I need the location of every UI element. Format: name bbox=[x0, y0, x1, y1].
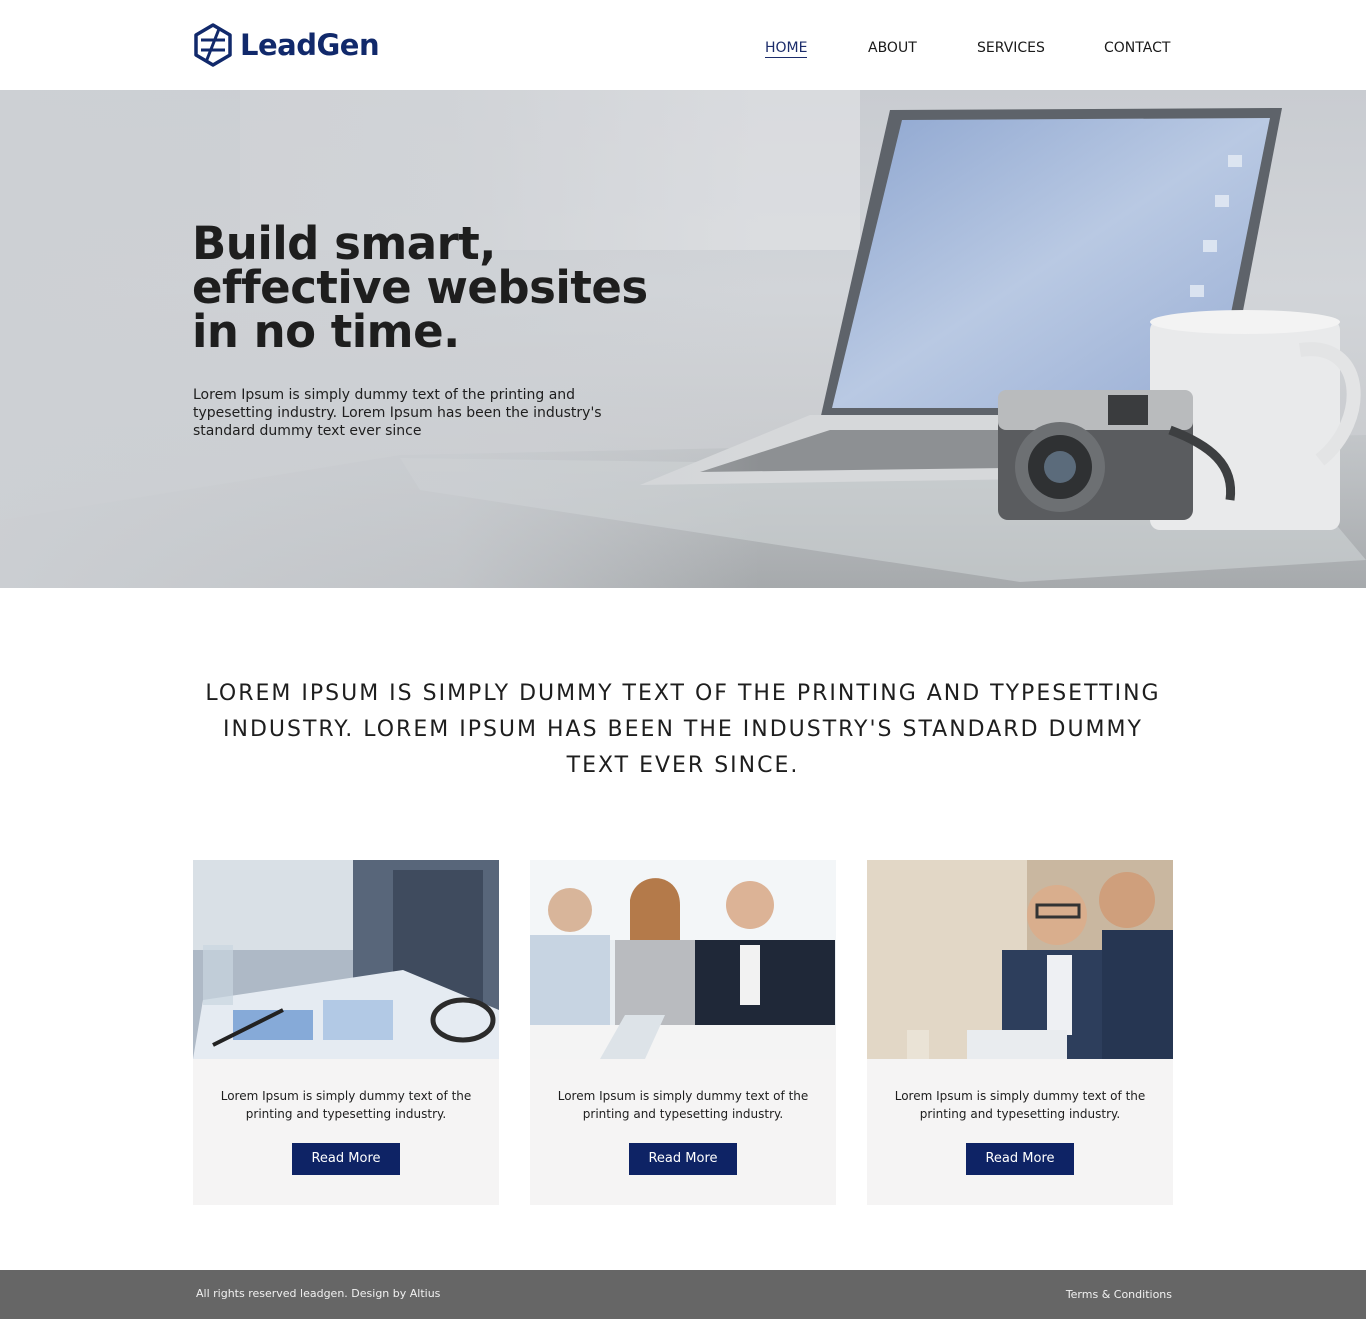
hero-banner: Build smart, effective websites in no ti… bbox=[0, 90, 1366, 588]
hero-description: Lorem Ipsum is simply dummy text of the … bbox=[193, 387, 602, 439]
card-image-businessmen bbox=[867, 860, 1173, 1059]
card-image-documents bbox=[193, 860, 499, 1059]
main-nav: HOME ABOUT SERVICES CONTACT bbox=[0, 40, 1366, 60]
terms-link[interactable]: Terms & Conditions bbox=[1066, 1288, 1172, 1301]
copyright-text: All rights reserved leadgen. Design by A… bbox=[196, 1287, 441, 1300]
feature-card: Lorem Ipsum is simply dummy text of the … bbox=[867, 860, 1173, 1205]
read-more-button[interactable]: Read More bbox=[966, 1143, 1074, 1175]
nav-services[interactable]: SERVICES bbox=[977, 40, 1045, 56]
nav-about[interactable]: ABOUT bbox=[868, 40, 917, 56]
card-text: Lorem Ipsum is simply dummy text of the … bbox=[557, 1089, 809, 1121]
intro-statement: LOREM IPSUM IS SIMPLY DUMMY TEXT OF THE … bbox=[205, 681, 1161, 778]
card-image-team-meeting bbox=[530, 860, 836, 1059]
nav-contact[interactable]: CONTACT bbox=[1104, 40, 1170, 56]
feature-card: Lorem Ipsum is simply dummy text of the … bbox=[530, 860, 836, 1205]
read-more-button[interactable]: Read More bbox=[629, 1143, 737, 1175]
site-header: LeadGen HOME ABOUT SERVICES CONTACT bbox=[0, 0, 1366, 90]
read-more-button[interactable]: Read More bbox=[292, 1143, 400, 1175]
hero-title: Build smart, effective websites in no ti… bbox=[192, 217, 648, 358]
card-text: Lorem Ipsum is simply dummy text of the … bbox=[894, 1089, 1146, 1121]
site-footer: All rights reserved leadgen. Design by A… bbox=[0, 1270, 1366, 1319]
card-text: Lorem Ipsum is simply dummy text of the … bbox=[220, 1089, 472, 1121]
feature-card: Lorem Ipsum is simply dummy text of the … bbox=[193, 860, 499, 1205]
nav-home[interactable]: HOME bbox=[765, 40, 808, 58]
